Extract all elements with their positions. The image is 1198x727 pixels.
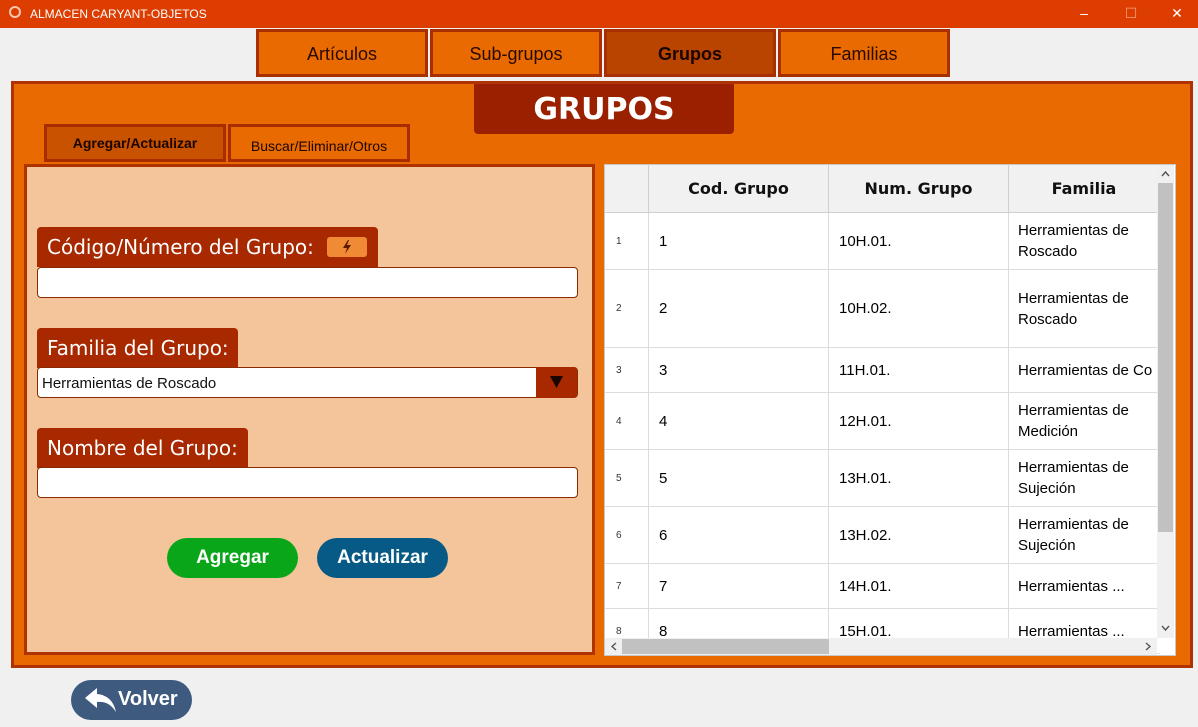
cell-cod: 2 — [649, 270, 829, 347]
code-label-text: Código/Número del Grupo: — [47, 235, 314, 259]
cell-num: 13H.01. — [829, 450, 1009, 506]
row-number: 5 — [605, 450, 649, 506]
name-input[interactable] — [37, 467, 578, 498]
cell-familia: Herramientas ... — [1018, 577, 1125, 595]
table-row[interactable]: 3 3 11H.01. Herramientas de Co — [605, 348, 1160, 393]
subtab-buscar-eliminar[interactable]: Buscar/Eliminar/Otros — [228, 124, 410, 162]
table-row[interactable]: 6 6 13H.02. Herramientas de Sujeción — [605, 507, 1160, 564]
back-arrow-icon — [83, 685, 119, 721]
horizontal-scrollbar[interactable] — [605, 638, 1157, 655]
column-header-familia[interactable]: Familia — [1009, 165, 1160, 213]
family-select[interactable]: Herramientas de Roscado — [37, 367, 578, 398]
cell-familia: Herramientas de Sujeción — [1018, 516, 1129, 554]
subtab-agregar-actualizar[interactable]: Agregar/Actualizar — [44, 124, 226, 162]
name-field-label: Nombre del Grupo: — [37, 428, 248, 468]
cell-familia: Herramientas de Co — [1018, 361, 1153, 379]
cell-familia: Herramientas de Sujeción — [1018, 459, 1129, 497]
row-header-corner — [605, 165, 649, 213]
row-number: 7 — [605, 564, 649, 608]
maximize-button[interactable]: ☐ — [1108, 0, 1154, 28]
cell-cod: 4 — [649, 393, 829, 449]
table-row[interactable]: 7 7 14H.01. Herramientas ... — [605, 564, 1160, 609]
row-number: 1 — [605, 213, 649, 269]
row-number: 2 — [605, 270, 649, 347]
add-button[interactable]: Agregar — [167, 538, 298, 578]
cell-num: 10H.02. — [829, 270, 1009, 347]
close-button[interactable]: ✕ — [1154, 0, 1198, 28]
window-title: ALMACEN CARYANT-OBJETOS — [30, 7, 207, 21]
back-label: Volver — [118, 688, 178, 710]
update-button[interactable]: Actualizar — [317, 538, 448, 578]
cell-cod: 5 — [649, 450, 829, 506]
code-input[interactable] — [37, 267, 578, 298]
tab-subgrupos[interactable]: Sub-grupos — [430, 29, 602, 77]
tab-grupos[interactable]: Grupos — [604, 29, 776, 77]
table-row[interactable]: 5 5 13H.01. Herramientas de Sujeción — [605, 450, 1160, 507]
app-icon — [9, 6, 21, 18]
family-selected-value: Herramientas de Roscado — [42, 375, 217, 392]
cell-cod: 3 — [649, 348, 829, 392]
tab-articulos[interactable]: Artículos — [256, 29, 428, 77]
back-button[interactable]: Volver — [71, 680, 192, 720]
family-field-label: Familia del Grupo: — [37, 328, 238, 368]
cell-num: 10H.01. — [829, 213, 1009, 269]
cell-cod: 6 — [649, 507, 829, 563]
lightning-icon[interactable] — [327, 237, 367, 257]
cell-familia: Herramientas de Medición — [1018, 402, 1129, 440]
row-number: 4 — [605, 393, 649, 449]
family-label-text: Familia del Grupo: — [47, 336, 229, 360]
cell-num: 13H.02. — [829, 507, 1009, 563]
cell-num: 14H.01. — [829, 564, 1009, 608]
cell-familia: Herramientas de Roscado — [1018, 222, 1129, 260]
cell-num: 12H.01. — [829, 393, 1009, 449]
dropdown-arrow-icon[interactable] — [536, 367, 577, 398]
section-title: GRUPOS — [474, 84, 734, 134]
row-number: 3 — [605, 348, 649, 392]
column-header-cod-grupo[interactable]: Cod. Grupo — [649, 165, 829, 213]
table-row[interactable]: 2 2 10H.02. Herramientas de Roscado — [605, 270, 1160, 348]
vertical-scrollbar[interactable] — [1157, 165, 1174, 638]
window-titlebar: ALMACEN CARYANT-OBJETOS – ☐ ✕ — [0, 0, 1198, 28]
name-label-text: Nombre del Grupo: — [47, 436, 238, 460]
column-header-num-grupo[interactable]: Num. Grupo — [829, 165, 1009, 213]
cell-num: 11H.01. — [829, 348, 1009, 392]
table-row[interactable]: 1 1 10H.01. Herramientas de Roscado — [605, 213, 1160, 270]
cell-familia: Herramientas de Roscado — [1018, 289, 1129, 328]
table-row[interactable]: 4 4 12H.01. Herramientas de Medición — [605, 393, 1160, 450]
row-number: 6 — [605, 507, 649, 563]
tab-familias[interactable]: Familias — [778, 29, 950, 77]
cell-cod: 1 — [649, 213, 829, 269]
minimize-button[interactable]: – — [1061, 0, 1107, 28]
cell-cod: 7 — [649, 564, 829, 608]
groups-table[interactable]: Cod. Grupo Num. Grupo Familia 1 1 10H.01… — [604, 164, 1176, 656]
